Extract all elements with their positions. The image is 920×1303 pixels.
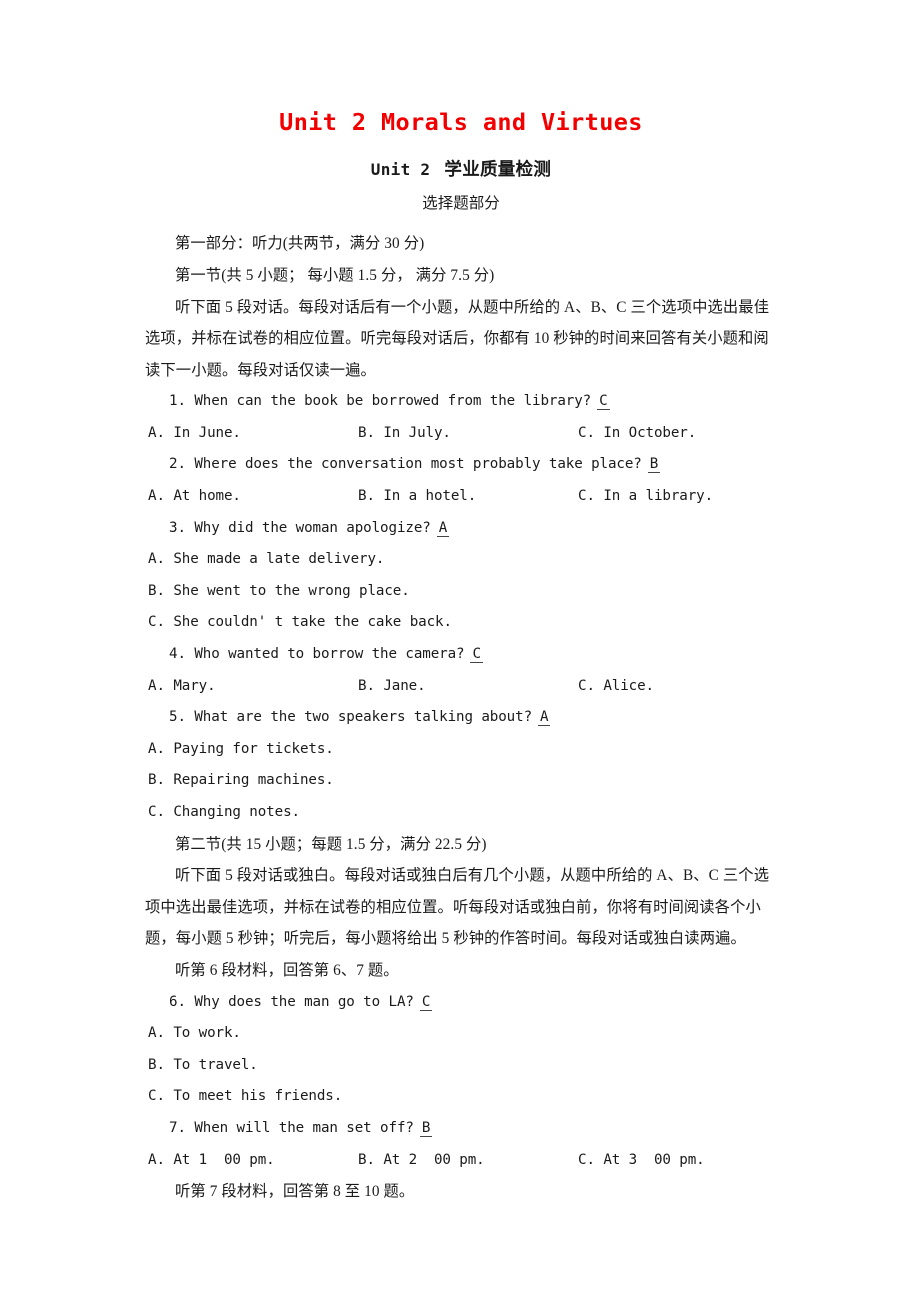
question-stem: 1. When can the book be borrowed from th… bbox=[145, 386, 777, 418]
document-content: Unit 2 Morals and Virtues Unit 2 学业质量检测 … bbox=[145, 0, 777, 1208]
material-seven-note: 听第 7 段材料，回答第 8 至 10 题。 bbox=[175, 1183, 415, 1201]
question-text: Why does the man go to LA? bbox=[194, 993, 414, 1010]
question-stem: 7. When will the man set off? B bbox=[145, 1113, 777, 1145]
option-c: C. She couldn' t take the cake back. bbox=[148, 614, 452, 631]
option-a: A. Mary. bbox=[148, 677, 216, 694]
option-a: A. To work. bbox=[148, 1025, 241, 1042]
question-stem: 5. What are the two speakers talking abo… bbox=[145, 702, 777, 734]
question-text: Why did the woman apologize? bbox=[194, 519, 431, 536]
question-text: Where does the conversation most probabl… bbox=[194, 456, 642, 473]
section-two-instruction-line-1: 听下面 5 段对话或独白。每段对话或独白后有几个小题，从题中所给的 A、B、C … bbox=[175, 867, 770, 885]
option-b: B. Repairing machines. bbox=[148, 772, 334, 789]
unit-subtitle-en: Unit 2 bbox=[370, 160, 431, 180]
question-stem: 6. Why does the man go to LA? C bbox=[145, 987, 777, 1019]
answer-blank: B bbox=[647, 456, 661, 474]
section-one-heading: 第一节(共 5 小题； 每小题 1.5 分， 满分 7.5 分) bbox=[175, 266, 495, 284]
question-number: 4. bbox=[169, 646, 186, 663]
question-stem: 4. Who wanted to borrow the camera? C bbox=[145, 639, 777, 671]
option-c: C. In a library. bbox=[578, 488, 714, 505]
option-row: A. Mary. B. Jane. C. Alice. bbox=[145, 671, 777, 703]
question-number: 6. bbox=[169, 993, 186, 1010]
section-two-instruction-line-3: 题，每小题 5 秒钟；听完后，每小题将给出 5 秒钟的作答时间。每段对话或独白读… bbox=[145, 930, 746, 948]
option-b: B. To travel. bbox=[148, 1056, 258, 1073]
question-text: Who wanted to borrow the camera? bbox=[194, 646, 465, 663]
instruction-line-2: 选项，并标在试卷的相应位置。听完每段对话后，你都有 10 秒钟的时间来回答有关小… bbox=[145, 330, 769, 348]
option-a: A. At home. bbox=[148, 488, 241, 505]
option-c: C. In October. bbox=[578, 424, 697, 441]
option-a: A. In June. bbox=[148, 424, 241, 441]
answer-blank: B bbox=[419, 1119, 433, 1137]
section-two-heading: 第二节(共 15 小题；每题 1.5 分，满分 22.5 分) bbox=[175, 835, 487, 853]
material-six-note: 听第 6 段材料，回答第 6、7 题。 bbox=[175, 961, 399, 979]
option-c: C. Changing notes. bbox=[148, 804, 300, 820]
option-a: A. Paying for tickets. bbox=[148, 740, 334, 757]
question-text: When can the book be borrowed from the l… bbox=[194, 393, 592, 410]
answer-blank: C bbox=[597, 393, 610, 411]
question-stem: 2. Where does the conversation most prob… bbox=[145, 449, 777, 481]
answer-blank: A bbox=[436, 519, 450, 537]
section-two-instruction-line-2: 项中选出最佳选项，并标在试卷的相应位置。听每段对话或独白前，你将有时间阅读各个小 bbox=[145, 898, 761, 916]
option-row: A. In June. B. In July. C. In October. bbox=[145, 418, 777, 450]
document-page: Unit 2 Morals and Virtues Unit 2 学业质量检测 … bbox=[0, 0, 920, 1302]
option-a: A. At 1 00 pm. bbox=[148, 1151, 275, 1168]
question-number: 7. bbox=[169, 1119, 186, 1136]
question-stem: 3. Why did the woman apologize? A bbox=[145, 513, 777, 545]
unit-subtitle-cn: 学业质量检测 bbox=[444, 159, 552, 180]
option-c: C. Alice. bbox=[578, 677, 654, 694]
option-c: C. At 3 00 pm. bbox=[578, 1151, 705, 1168]
answer-blank: C bbox=[470, 646, 483, 664]
option-b: B. At 2 00 pm. bbox=[358, 1151, 485, 1168]
answer-blank: A bbox=[538, 709, 551, 727]
option-b: B. Jane. bbox=[358, 677, 426, 694]
option-row: A. At home. B. In a hotel. C. In a libra… bbox=[145, 481, 777, 513]
page-title: Unit 2 Morals and Virtues bbox=[279, 108, 643, 136]
option-b: B. In a hotel. bbox=[358, 488, 477, 505]
answer-blank: C bbox=[419, 993, 433, 1011]
question-number: 1. bbox=[169, 393, 186, 410]
section-label: 选择题部分 bbox=[422, 195, 500, 213]
option-c: C. To meet his friends. bbox=[148, 1088, 343, 1105]
option-row: A. At 1 00 pm. B. At 2 00 pm. C. At 3 00… bbox=[145, 1145, 777, 1177]
option-b: B. She went to the wrong place. bbox=[148, 582, 410, 599]
unit-subtitle: Unit 2 学业质量检测 bbox=[145, 137, 777, 181]
instruction-line-1: 听下面 5 段对话。每段对话后有一个小题，从题中所给的 A、B、C 三个选项中选… bbox=[175, 298, 770, 316]
question-text: What are the two speakers talking about? bbox=[194, 709, 533, 726]
part-one-heading: 第一部分：听力(共两节，满分 30 分) bbox=[175, 235, 425, 253]
option-a: A. She made a late delivery. bbox=[148, 551, 385, 568]
instruction-line-3: 读下一小题。每段对话仅读一遍。 bbox=[145, 361, 376, 379]
question-text: When will the man set off? bbox=[194, 1119, 414, 1136]
option-b: B. In July. bbox=[358, 424, 451, 441]
